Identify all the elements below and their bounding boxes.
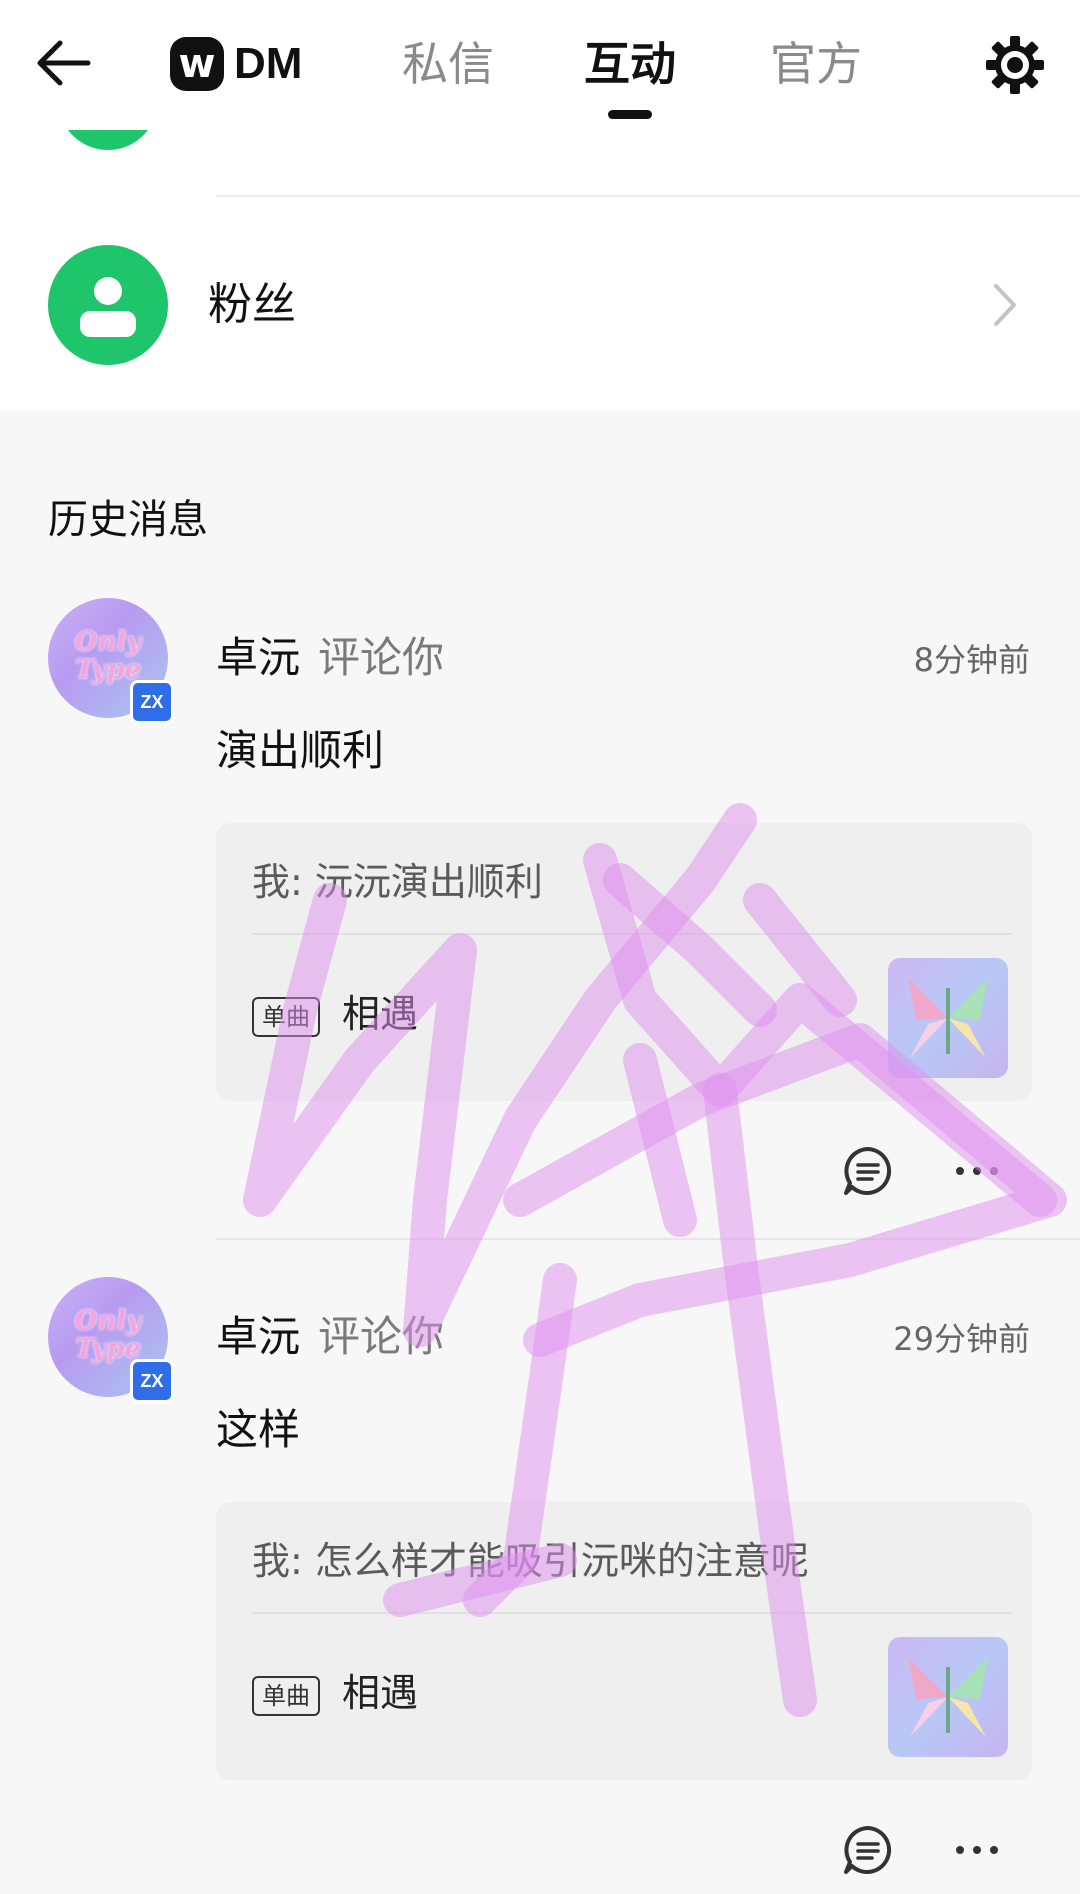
butterfly-artwork-icon (908, 978, 988, 1058)
song-cover-thumbnail (888, 1637, 1008, 1757)
user-name[interactable]: 卓沅 (216, 1312, 300, 1362)
quoted-post-card[interactable]: 我: 怎么样才能吸引沅咪的注意呢 单曲 相遇 (216, 1502, 1032, 1780)
timestamp: 29分钟前 (893, 1320, 1030, 1358)
divider (252, 933, 1012, 935)
brand-badge: w (170, 37, 224, 91)
action-text: 评论你 (318, 633, 445, 682)
song-tag: 单曲 (252, 1676, 320, 1716)
avatar-logo-text: Only Type (74, 627, 142, 685)
song-name: 相遇 (342, 1671, 419, 1715)
tab-official[interactable]: 官方 (766, 34, 866, 94)
more-options-icon[interactable] (952, 1143, 1002, 1199)
reply-icon[interactable] (840, 1822, 896, 1878)
quoted-comment: 我: 沅沅演出顺利 (252, 860, 543, 904)
back-button[interactable] (30, 28, 100, 98)
brand-logo: w DM (170, 36, 302, 92)
chevron-right-icon (990, 280, 1020, 330)
quoted-post-card[interactable]: 我: 沅沅演出顺利 单曲 相遇 (216, 823, 1032, 1101)
action-text: 评论你 (318, 1312, 445, 1361)
verified-badge: ZX (130, 680, 174, 724)
comment-text: 演出顺利 (216, 726, 385, 775)
active-tab-indicator (608, 110, 652, 119)
settings-button[interactable] (980, 30, 1050, 100)
fans-icon-circle (48, 245, 168, 365)
reply-icon[interactable] (840, 1143, 896, 1199)
user-name[interactable]: 卓沅 (216, 633, 300, 683)
avatar-logo-text: Only Type (74, 1306, 142, 1364)
song-cover-thumbnail (888, 958, 1008, 1078)
gear-icon (986, 36, 1044, 94)
avatar[interactable]: Only Type ZX (48, 1277, 174, 1403)
timestamp: 8分钟前 (913, 641, 1030, 679)
verified-badge: ZX (130, 1359, 174, 1403)
divider (216, 1238, 1080, 1240)
comment-text: 这样 (216, 1405, 301, 1454)
tab-interactions[interactable]: 互动 (580, 34, 680, 94)
more-options-icon[interactable] (952, 1822, 1002, 1878)
avatar[interactable]: Only Type ZX (48, 598, 174, 724)
divider (252, 1612, 1012, 1614)
history-title: 历史消息 (48, 497, 208, 543)
brand-text: DM (234, 39, 303, 88)
top-bar: w DM 私信 互动 官方 (0, 0, 1080, 130)
divider (216, 195, 1080, 197)
tab-private-messages[interactable]: 私信 (398, 34, 498, 94)
fans-section: 粉丝 (0, 100, 1080, 410)
person-icon (80, 277, 136, 337)
song-name: 相遇 (342, 992, 419, 1036)
fans-row[interactable]: 粉丝 (0, 230, 1080, 380)
butterfly-artwork-icon (908, 1657, 988, 1737)
fans-label: 粉丝 (208, 279, 296, 330)
back-arrow-icon (37, 40, 91, 86)
quoted-comment: 我: 怎么样才能吸引沅咪的注意呢 (252, 1539, 809, 1583)
song-tag: 单曲 (252, 997, 320, 1037)
